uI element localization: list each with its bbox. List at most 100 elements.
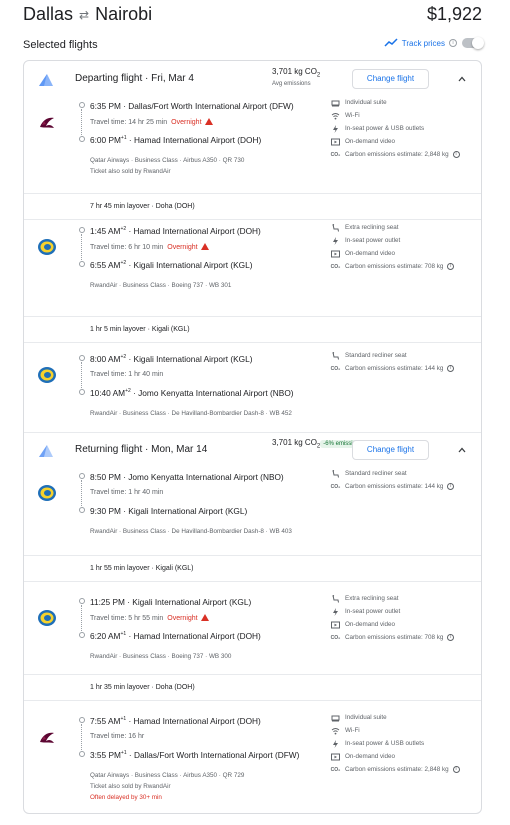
flight-segment: 8:50 PM · Jomo Kenyatta International Ai… (24, 464, 481, 554)
arrival-stop: 9:30 PM · Kigali International Airport (… (90, 506, 248, 516)
departure-stop: 6:35 PM · Dallas/Fort Worth Internationa… (90, 101, 294, 111)
returning-title: Returning flight · Mon, Mar 14 (75, 444, 208, 455)
co2-icon: CO₂ (330, 766, 341, 773)
timeline (79, 598, 85, 638)
arrival-dot (79, 136, 85, 142)
standard-recliner-seat-icon (331, 351, 340, 360)
in-seat-power-usb-outlets-icon (331, 124, 340, 133)
co2-icon: CO₂ (330, 483, 341, 490)
amenity-wi-fi: Wi-Fi (331, 109, 460, 122)
qatar-logo (37, 728, 57, 748)
collapse-chevron-icon[interactable] (458, 446, 466, 454)
carbon-estimate: CO₂ Carbon emissions estimate: 708 kg i (330, 260, 455, 273)
flight-segment: 1:45 AM+2 · Hamad International Airport … (24, 218, 481, 308)
arrival-stop: 6:55 AM+2 · Kigali International Airport… (90, 260, 253, 270)
individual-suite-icon (331, 99, 340, 107)
flight-meta: RwandAir · Business Class · De Havilland… (90, 410, 292, 417)
layover-row: 1 hr 5 min layover · Kigali (KGL) (24, 316, 481, 343)
origin-city: Dallas (23, 4, 74, 24)
departing-co2: 3,701 kg CO2 Avg emissions (272, 67, 321, 87)
amenity-in-seat-power-outlet: In-seat power outlet (331, 605, 454, 618)
amenities-list: Standard recliner seat CO₂ Carbon emission… (331, 349, 455, 375)
individual-suite-icon (331, 714, 340, 722)
flight-meta: Qatar Airways · Business Class · Airbus … (90, 157, 245, 164)
timeline-line (81, 724, 82, 750)
timeline (79, 717, 85, 757)
flight-segment: 11:25 PM · Kigali International Airport … (24, 589, 481, 679)
info-icon[interactable]: i (447, 365, 455, 372)
warning-icon (200, 614, 209, 621)
travel-time: Travel time: 5 hr 55 min Overnight (90, 614, 209, 622)
info-icon[interactable]: i (447, 634, 455, 641)
collapse-chevron-icon[interactable] (458, 75, 466, 83)
departing-change-flight-button[interactable]: Change flight (352, 69, 429, 89)
arrival-stop: 10:40 AM+2 · Jomo Kenyatta International… (90, 388, 294, 398)
track-prices-toggle[interactable] (462, 37, 484, 49)
travel-time: Travel time: 14 hr 25 min Overnight (90, 118, 213, 126)
selected-flights-header: Selected flights Track prices i (23, 37, 484, 54)
departure-dot (79, 227, 85, 233)
departure-stop: 11:25 PM · Kigali International Airport … (90, 597, 252, 607)
flight-meta: RwandAir · Business Class · De Havilland… (90, 528, 292, 535)
amenity-extra-reclining-seat: Extra reclining seat (331, 221, 454, 234)
amenity-in-seat-power-usb-outlets: In-seat power & USB outlets (331, 737, 460, 750)
flight-details-card: Departing flight · Fri, Mar 4 3,701 kg CO… (23, 60, 482, 814)
amenity-individual-suite: Individual suite (331, 96, 460, 109)
timeline (79, 473, 85, 513)
arrival-dot (79, 507, 85, 513)
carbon-estimate: CO₂ Carbon emissions estimate: 2,848 kg i (331, 148, 460, 161)
track-prices[interactable]: Track prices i (384, 37, 484, 49)
info-icon[interactable]: i (452, 766, 460, 773)
flight-meta: RwandAir · Business Class · Boeing 737 ·… (90, 653, 232, 660)
amenity-standard-recliner-seat: Standard recliner seat (331, 349, 454, 362)
overnight-label: Overnight (167, 244, 198, 251)
ticket-sold-by: Ticket also sold by RwandAir (90, 783, 171, 790)
returning-change-flight-button[interactable]: Change flight (352, 440, 429, 460)
travel-time: Travel time: 6 hr 10 min Overnight (90, 243, 209, 251)
carbon-estimate: CO₂ Carbon emissions estimate: 144 kg i (331, 362, 455, 375)
overnight-label: Overnight (167, 615, 198, 622)
delay-warning: Often delayed by 30+ min (90, 794, 162, 801)
warning-icon (200, 243, 209, 250)
amenity-standard-recliner-seat: Standard recliner seat (331, 467, 454, 480)
departing-emissions-note: Avg emissions (272, 80, 311, 87)
overnight-label: Overnight (171, 119, 202, 126)
co2-icon: CO₂ (330, 634, 341, 641)
layover-row: 7 hr 45 min layover · Doha (DOH) (24, 193, 481, 220)
qatar-logo (37, 113, 57, 133)
info-icon[interactable]: i (452, 151, 460, 158)
layover-row: 1 hr 35 min layover · Doha (DOH) (24, 674, 481, 701)
warning-icon (204, 118, 213, 125)
departure-stop: 1:45 AM+2 · Hamad International Airport … (90, 226, 261, 236)
on-demand-video-icon (331, 753, 340, 761)
standard-recliner-seat-icon (331, 469, 340, 478)
amenity-in-seat-power-outlet: In-seat power outlet (331, 234, 454, 247)
timeline-line (81, 605, 82, 631)
departing-title: Departing flight · Fri, Mar 4 (75, 73, 194, 84)
track-prices-label[interactable]: Track prices (402, 39, 445, 48)
departure-dot (79, 717, 85, 723)
extra-reclining-seat-icon (331, 594, 340, 603)
info-icon[interactable]: i (449, 39, 457, 47)
amenities-list: Standard recliner seat CO₂ Carbon emission… (330, 467, 455, 493)
on-demand-video-icon (331, 250, 340, 258)
layover-row: 1 hr 55 min layover · Kigali (KGL) (24, 555, 481, 582)
carbon-estimate: CO₂ Carbon emissions estimate: 144 kg i (330, 480, 455, 493)
rwandair-logo (37, 608, 57, 628)
info-icon[interactable]: i (447, 483, 455, 490)
info-icon[interactable]: i (447, 263, 455, 270)
selected-flights-title: Selected flights (23, 39, 98, 51)
timeline (79, 355, 85, 395)
flight-segment: 6:35 PM · Dallas/Fort Worth Internationa… (24, 93, 481, 183)
amenities-list: Extra reclining seat In-seat power outlet… (330, 592, 455, 644)
swap-arrows-icon: ⇄ (79, 7, 90, 22)
arrival-stop: 6:20 AM+1 · Hamad International Airport … (90, 631, 261, 641)
in-seat-power-usb-outlets-icon (331, 739, 340, 748)
departure-plane-icon (38, 73, 54, 87)
flight-meta: RwandAir · Business Class · Boeing 737 ·… (90, 282, 232, 289)
in-seat-power-outlet-icon (331, 236, 340, 245)
co2-icon: CO₂ (330, 263, 341, 270)
flight-meta: Qatar Airways · Business Class · Airbus … (90, 772, 245, 779)
flight-segment: 8:00 AM+2 · Kigali International Airport… (24, 346, 481, 436)
route: Dallas ⇄ Nairobi (23, 4, 152, 25)
